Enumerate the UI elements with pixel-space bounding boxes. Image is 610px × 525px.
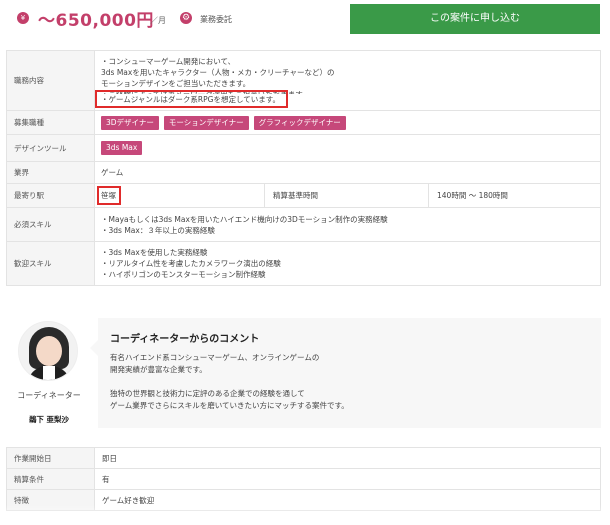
required-skills-value: ・Mayaもしくは3ds Maxを用いたハイエンド機向けの3Dモーション制作の実… bbox=[94, 207, 601, 242]
industry-value: ゲーム bbox=[94, 161, 601, 184]
comment-line: 開発実績が豊富な企業です。 bbox=[110, 365, 207, 374]
row-settlement: 精算条件 有 bbox=[6, 468, 601, 490]
job-header: ¥ ～650,000円 ／月 ⚙ 業務委託 この案件に申し込む bbox=[0, 0, 610, 40]
row-occupation: 募集職種 3Dデザイナー モーションデザイナー グラフィックデザイナー bbox=[6, 110, 601, 135]
highlight-box bbox=[97, 186, 121, 205]
design-tools-label: デザインツール bbox=[6, 134, 95, 162]
comment-paragraph: 有名ハイエンド系コンシューマーゲーム、オンラインゲームの 開発実績が豊富な企業で… bbox=[110, 352, 349, 376]
per-month-unit: ／月 bbox=[150, 16, 166, 25]
design-tools-value: 3ds Max bbox=[94, 134, 601, 162]
settlement-label: 精算条件 bbox=[6, 468, 95, 490]
comment-line: 有名ハイエンド系コンシューマーゲーム、オンラインゲームの bbox=[110, 353, 320, 362]
avatar-face bbox=[36, 336, 62, 366]
contract-icon: ⚙ bbox=[180, 12, 192, 24]
row-industry: 業界 ゲーム bbox=[6, 161, 601, 184]
start-date-value: 即日 bbox=[94, 447, 601, 469]
occupation-tag[interactable]: モーションデザイナー bbox=[163, 115, 249, 130]
comment-notch bbox=[90, 340, 98, 356]
comment-line: ゲーム業界でさらにスキルを磨いていきたい方にマッチする案件です。 bbox=[110, 401, 349, 410]
highlighted-station: 笹塚 bbox=[97, 186, 121, 205]
industry-label: 業界 bbox=[6, 161, 95, 184]
job-extra-table: 作業開始日 即日 精算条件 有 特徴 ゲーム好き歓迎 bbox=[6, 447, 601, 511]
row-job-content: 職務内容 ・コンシューマーゲーム開発において、 3ds Maxを用いたキャラクタ… bbox=[6, 50, 601, 111]
occupation-tag[interactable]: グラフィックデザイナー bbox=[253, 115, 346, 130]
required-skills-label: 必須スキル bbox=[6, 207, 95, 242]
price: ～650,000円 bbox=[38, 11, 154, 31]
settlement-value: 有 bbox=[94, 468, 601, 490]
occupation-value: 3Dデザイナー モーションデザイナー グラフィックデザイナー bbox=[94, 110, 601, 135]
welcome-skill-line: ・ハイポリゴンのモンスターモーション制作経験 bbox=[101, 270, 266, 279]
welcome-skill-line: ・3ds Maxを使用した実務経験 bbox=[101, 248, 208, 257]
highlight-box bbox=[95, 90, 288, 108]
yen-icon: ¥ bbox=[17, 12, 29, 24]
row-start-date: 作業開始日 即日 bbox=[6, 447, 601, 469]
job-details-table: 職務内容 ・コンシューマーゲーム開発において、 3ds Maxを用いたキャラクタ… bbox=[6, 50, 601, 286]
row-design-tools: デザインツール 3ds Max bbox=[6, 134, 601, 162]
job-content-line: ・コンシューマーゲーム開発において、 bbox=[101, 57, 236, 66]
highlighted-genre-line: ・ゲームジャンルはダーク系RPGを想定しています。 bbox=[95, 90, 288, 108]
row-welcome-skills: 歓迎スキル ・3ds Maxを使用した実務経験 ・リアルタイム性を考慮したカメラ… bbox=[6, 241, 601, 286]
required-skill-line: ・Mayaもしくは3ds Maxを用いたハイエンド機向けの3Dモーション制作の実… bbox=[101, 214, 388, 224]
coordinator-section: コーディネーター 鵜下 亜梨沙 コーディネーターからのコメント 有名ハイエンド系… bbox=[6, 318, 601, 428]
settlement-time-label: 精算基準時間 bbox=[264, 183, 429, 208]
comment-title: コーディネーターからのコメント bbox=[110, 334, 260, 345]
coordinator-name: 鵜下 亜梨沙 bbox=[28, 415, 70, 424]
job-content-line: モーションデザインをご担当いただきます。 bbox=[101, 79, 251, 88]
job-content-line: 3ds Maxを用いたキャラクター（人物・メカ・クリーチャーなど）の bbox=[101, 68, 335, 77]
coordinator-role: コーディネーター bbox=[17, 391, 81, 400]
design-tool-tag[interactable]: 3ds Max bbox=[101, 141, 143, 155]
avatar-collar bbox=[43, 366, 55, 380]
job-content-label: 職務内容 bbox=[6, 50, 95, 111]
welcome-skills-label: 歓迎スキル bbox=[6, 241, 95, 286]
comment-paragraph: 独特の世界観と技術力に定評のある企業での経験を通して ゲーム業界でさらにスキルを… bbox=[110, 388, 349, 412]
station-value: 笹塚 bbox=[94, 183, 265, 208]
apply-button[interactable]: この案件に申し込む bbox=[350, 4, 600, 34]
coordinator-avatar bbox=[18, 321, 78, 381]
welcome-skills-value: ・3ds Maxを使用した実務経験 ・リアルタイム性を考慮したカメラワーク演出の… bbox=[94, 241, 601, 286]
bottom-fade bbox=[0, 505, 610, 525]
row-station: 最寄り駅 笹塚 精算基準時間 140時間 ～ 180時間 bbox=[6, 183, 601, 208]
station-label: 最寄り駅 bbox=[6, 183, 95, 208]
start-date-label: 作業開始日 bbox=[6, 447, 95, 469]
occupation-tag[interactable]: 3Dデザイナー bbox=[101, 115, 159, 130]
settlement-time-value: 140時間 ～ 180時間 bbox=[428, 183, 601, 208]
coordinator-comment: コーディネーターからのコメント 有名ハイエンド系コンシューマーゲーム、オンライン… bbox=[98, 318, 601, 428]
comment-line: 独特の世界観と技術力に定評のある企業での経験を通して bbox=[110, 389, 305, 398]
row-required-skills: 必須スキル ・Mayaもしくは3ds Maxを用いたハイエンド機向けの3Dモーシ… bbox=[6, 207, 601, 242]
occupation-label: 募集職種 bbox=[6, 110, 95, 135]
contract-type: 業務委託 bbox=[200, 15, 232, 24]
required-skill-line: ・3ds Max：３年以上の実務経験 bbox=[101, 225, 215, 235]
comment-body: 有名ハイエンド系コンシューマーゲーム、オンラインゲームの 開発実績が豊富な企業で… bbox=[110, 352, 349, 424]
job-content-value: ・コンシューマーゲーム開発において、 3ds Maxを用いたキャラクター（人物・… bbox=[94, 50, 601, 111]
welcome-skill-line: ・リアルタイム性を考慮したカメラワーク演出の経験 bbox=[101, 259, 281, 268]
